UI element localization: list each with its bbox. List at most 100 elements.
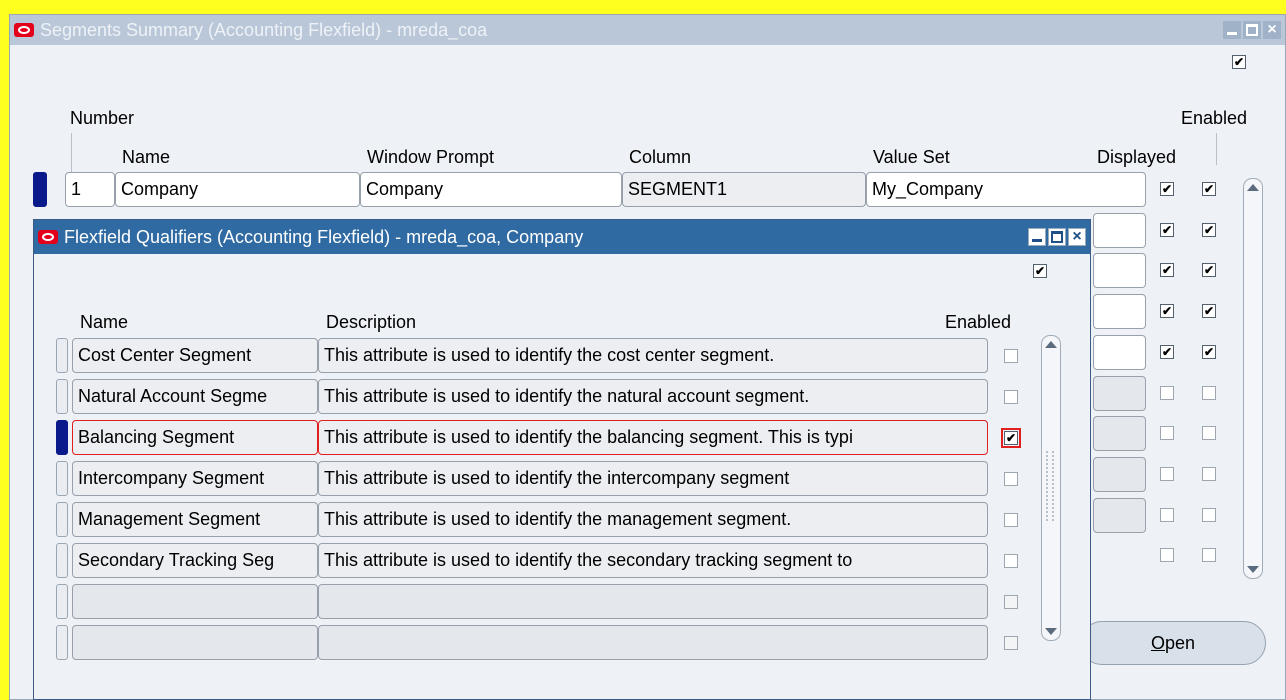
- qualifier-name-field[interactable]: Management Segment: [72, 502, 318, 537]
- qualifier-description-field[interactable]: [318, 625, 988, 660]
- qualifiers-title-bar[interactable]: Flexfield Qualifiers (Accounting Flexfie…: [34, 220, 1090, 254]
- column-header-displayed: Displayed: [1097, 147, 1177, 167]
- enabled-checkbox[interactable]: [1202, 426, 1216, 441]
- enabled-checkbox[interactable]: ✔: [1202, 182, 1216, 196]
- column-header-description: Description: [326, 312, 417, 332]
- displayed-checkbox[interactable]: [1160, 507, 1174, 522]
- qualifier-enabled-checkbox[interactable]: [1004, 390, 1018, 404]
- qualifier-enabled-checkbox[interactable]: ✔: [1001, 428, 1021, 448]
- segment-number-field[interactable]: 1: [65, 172, 115, 207]
- segment-row-partial-field[interactable]: [1093, 497, 1146, 533]
- segment-row-partial-field[interactable]: [1093, 253, 1146, 289]
- segments-window-title: Segments Summary (Accounting Flexfield) …: [40, 19, 488, 40]
- segment-row-partial-field[interactable]: [1093, 212, 1146, 248]
- minimize-icon[interactable]: [1028, 228, 1046, 246]
- column-header-name: Name: [122, 147, 171, 167]
- qualifiers-top-checkbox[interactable]: ✔: [1033, 264, 1047, 278]
- scroll-up-icon[interactable]: [1045, 341, 1057, 348]
- displayed-checkbox[interactable]: ✔: [1160, 263, 1174, 278]
- column-header-name: Name: [80, 312, 129, 332]
- qualifier-name-field[interactable]: [72, 625, 318, 660]
- record-indicator[interactable]: [56, 338, 68, 373]
- open-button-mnemonic: O: [1150, 633, 1165, 653]
- enabled-checkbox[interactable]: [1202, 507, 1216, 522]
- qualifier-name-field[interactable]: Balancing Segment: [72, 420, 318, 455]
- qualifier-enabled-checkbox[interactable]: [1004, 636, 1018, 650]
- displayed-checkbox[interactable]: ✔: [1160, 182, 1174, 196]
- oracle-logo-icon: [38, 230, 58, 244]
- enabled-checkbox[interactable]: [1202, 548, 1216, 563]
- enabled-checkbox[interactable]: ✔: [1202, 344, 1216, 359]
- close-icon[interactable]: ×: [1068, 228, 1086, 246]
- record-indicator[interactable]: [56, 584, 68, 619]
- qualifier-enabled-checkbox[interactable]: [1004, 472, 1018, 486]
- qualifier-enabled-checkbox[interactable]: [1004, 513, 1018, 527]
- segment-column-field[interactable]: SEGMENT1: [622, 172, 866, 207]
- record-indicator[interactable]: [56, 461, 68, 496]
- segments-top-checkbox[interactable]: ✔: [1232, 55, 1246, 69]
- enabled-checkbox[interactable]: ✔: [1202, 263, 1216, 278]
- qualifier-description-field[interactable]: This attribute is used to identify the b…: [318, 420, 988, 455]
- qualifiers-scrollbar[interactable]: [1041, 335, 1061, 641]
- scroll-down-icon[interactable]: [1045, 628, 1057, 635]
- record-indicator[interactable]: [56, 502, 68, 537]
- segment-row-partial-field[interactable]: [1093, 456, 1146, 492]
- enabled-checkbox[interactable]: [1202, 385, 1216, 400]
- displayed-checkbox[interactable]: ✔: [1160, 304, 1174, 319]
- displayed-checkbox[interactable]: [1160, 466, 1174, 481]
- flexfield-qualifiers-window: Flexfield Qualifiers (Accounting Flexfie…: [33, 219, 1091, 700]
- column-header-window-prompt: Window Prompt: [367, 147, 495, 167]
- segment-row-partial-field[interactable]: [1093, 375, 1146, 411]
- current-record-indicator[interactable]: [33, 172, 47, 207]
- enabled-checkbox[interactable]: ✔: [1202, 304, 1216, 319]
- qualifier-enabled-checkbox[interactable]: [1004, 349, 1018, 363]
- qualifier-description-field[interactable]: This attribute is used to identify the m…: [318, 502, 988, 537]
- record-indicator[interactable]: [56, 625, 68, 660]
- column-header-value-set: Value Set: [873, 147, 950, 167]
- enabled-checkbox[interactable]: ✔: [1202, 222, 1216, 237]
- record-indicator[interactable]: [56, 543, 68, 578]
- segment-row-partial-field[interactable]: [1093, 334, 1146, 370]
- qualifier-name-field[interactable]: [72, 584, 318, 619]
- oracle-logo-icon: [14, 23, 34, 37]
- qualifier-name-field[interactable]: Cost Center Segment: [72, 338, 318, 373]
- segment-value-set-field[interactable]: My_Company: [866, 172, 1146, 207]
- maximize-icon[interactable]: [1048, 228, 1066, 246]
- qualifier-description-field[interactable]: [318, 584, 988, 619]
- open-button[interactable]: Open: [1080, 621, 1266, 665]
- segment-row-partial-field[interactable]: [1093, 416, 1146, 452]
- qualifier-name-field[interactable]: Intercompany Segment: [72, 461, 318, 496]
- open-button-label-rest: pen: [1164, 633, 1196, 653]
- qualifier-description-field[interactable]: This attribute is used to identify the n…: [318, 379, 988, 414]
- displayed-checkbox[interactable]: [1160, 548, 1174, 563]
- qualifiers-window-title: Flexfield Qualifiers (Accounting Flexfie…: [64, 226, 584, 247]
- enabled-checkbox[interactable]: [1202, 466, 1216, 481]
- column-header-enabled: Enabled: [945, 312, 1012, 332]
- displayed-checkbox[interactable]: ✔: [1160, 222, 1174, 237]
- scroll-thumb-grip[interactable]: [1046, 451, 1054, 521]
- column-header-number: Number: [70, 108, 135, 128]
- qualifier-description-field[interactable]: This attribute is used to identify the s…: [318, 543, 988, 578]
- displayed-checkbox[interactable]: ✔: [1160, 344, 1174, 359]
- qualifier-name-field[interactable]: Natural Account Segme: [72, 379, 318, 414]
- qualifier-description-field[interactable]: This attribute is used to identify the c…: [318, 338, 988, 373]
- scroll-up-icon[interactable]: [1247, 184, 1259, 191]
- enabled-header-line: [1216, 133, 1217, 165]
- segments-title-bar[interactable]: Segments Summary (Accounting Flexfield) …: [10, 15, 1285, 45]
- qualifier-name-field[interactable]: Secondary Tracking Seg: [72, 543, 318, 578]
- record-indicator[interactable]: [56, 379, 68, 414]
- qualifier-description-field[interactable]: This attribute is used to identify the i…: [318, 461, 988, 496]
- close-icon[interactable]: ×: [1263, 21, 1281, 39]
- segment-name-field[interactable]: Company: [115, 172, 360, 207]
- segment-row-partial-field[interactable]: [1093, 294, 1146, 330]
- scroll-down-icon[interactable]: [1247, 566, 1259, 573]
- segments-scrollbar[interactable]: [1243, 178, 1263, 579]
- segment-window-prompt-field[interactable]: Company: [360, 172, 622, 207]
- maximize-icon[interactable]: [1243, 21, 1261, 39]
- record-indicator[interactable]: [56, 420, 68, 455]
- qualifier-enabled-checkbox[interactable]: [1004, 554, 1018, 568]
- displayed-checkbox[interactable]: [1160, 426, 1174, 441]
- qualifier-enabled-checkbox[interactable]: [1004, 595, 1018, 609]
- minimize-icon[interactable]: [1223, 21, 1241, 39]
- displayed-checkbox[interactable]: [1160, 385, 1174, 400]
